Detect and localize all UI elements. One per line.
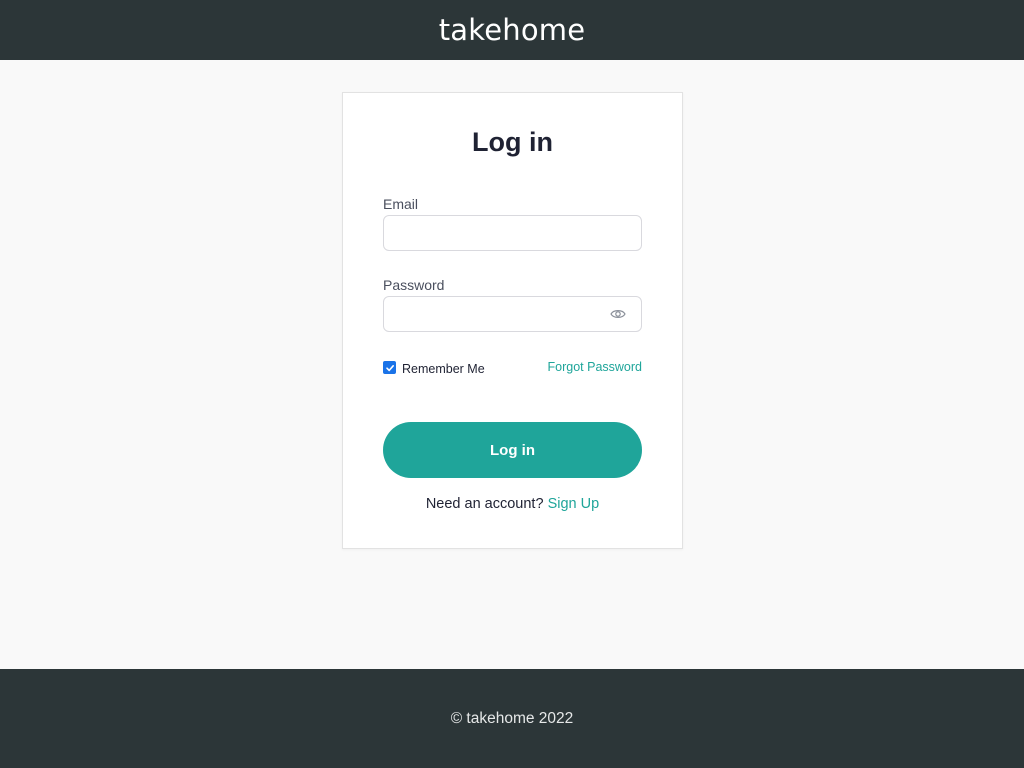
brand-logo-text[interactable]: takehome (439, 13, 586, 47)
remember-me-checkbox[interactable] (383, 361, 396, 374)
login-button[interactable]: Log in (383, 422, 642, 478)
password-field[interactable] (383, 296, 642, 332)
remember-me-label[interactable]: Remember Me (402, 362, 485, 376)
signup-prompt: Need an account? (425, 496, 548, 512)
password-label: Password (383, 277, 445, 293)
email-label: Email (383, 196, 419, 212)
footer: © takehome 2022 (0, 669, 1024, 768)
email-field[interactable] (383, 215, 642, 251)
login-title: Log in (472, 127, 553, 157)
top-header: takehome (0, 0, 1024, 60)
remember-me: Remember Me (383, 359, 485, 376)
forgot-password-link[interactable]: Forgot Password (548, 360, 642, 374)
login-card: Log in Email Password Remember Me Forgot… (342, 92, 683, 549)
main-content: Log in Email Password Remember Me Forgot… (0, 60, 1024, 669)
signup-line: Need an account? Sign Up (343, 496, 682, 512)
footer-copyright: © takehome 2022 (450, 709, 574, 727)
signup-link[interactable]: Sign Up (548, 496, 600, 512)
eye-icon[interactable] (609, 305, 627, 323)
